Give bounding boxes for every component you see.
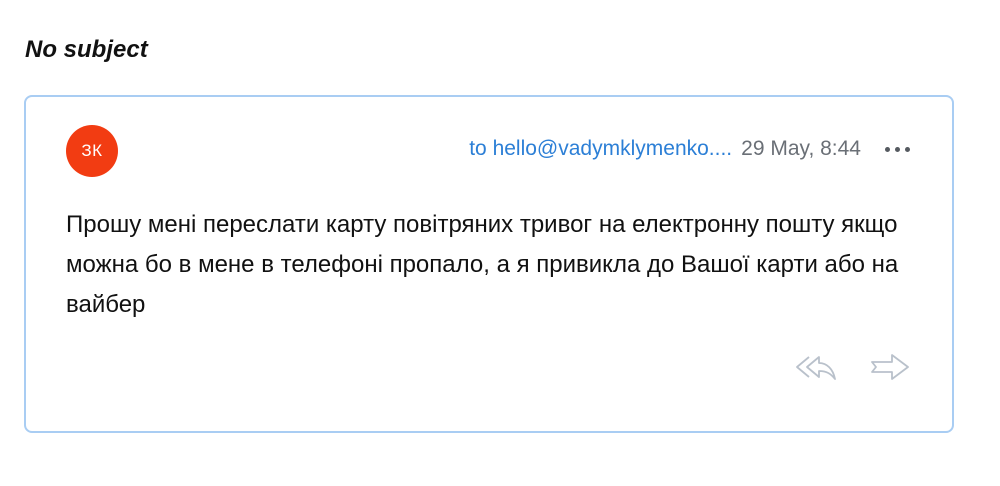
message-body: Прошу мені переслати карту повітряних тр… (66, 211, 899, 318)
message-date: 29 May, 8:44 (741, 137, 861, 160)
reply-all-icon[interactable] (794, 349, 838, 385)
email-subject: No subject (25, 36, 148, 63)
email-message-card: ЗК to hello@vadymklymenko.... 29 May, 8:… (24, 95, 954, 433)
recipient-link[interactable]: to hello@vadymklymenko.... (469, 137, 732, 161)
sender-avatar[interactable]: ЗК (66, 125, 118, 177)
message-meta: to hello@vadymklymenko.... 29 May, 8:44 (469, 137, 910, 161)
message-actions (794, 349, 912, 385)
forward-icon[interactable] (868, 349, 912, 385)
more-horizontal-icon[interactable] (885, 146, 910, 152)
